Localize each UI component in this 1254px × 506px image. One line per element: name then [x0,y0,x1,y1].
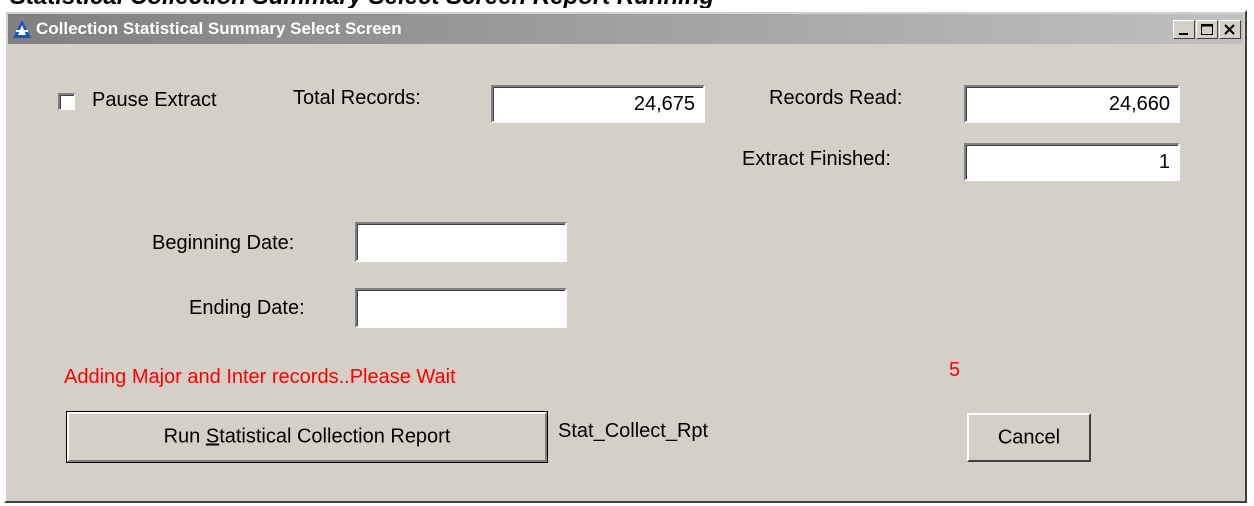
maximize-button[interactable] [1196,20,1218,39]
document-heading: Statistical Collection Summary Select Sc… [10,0,910,8]
extract-finished-field[interactable]: 1 [964,143,1180,181]
app-icon [12,19,32,39]
dialog-window: Collection Statistical Summary Select Sc… [4,10,1247,503]
status-message: Adding Major and Inter records..Please W… [64,366,456,388]
beginning-date-field[interactable] [355,222,567,262]
report-name-label: Stat_Collect_Rpt [558,420,709,442]
title-bar[interactable]: Collection Statistical Summary Select Sc… [8,14,1243,44]
maximize-icon [1201,24,1213,35]
total-records-label: Total Records: [293,87,421,109]
ending-date-label: Ending Date: [189,297,305,319]
records-read-field[interactable]: 24,660 [964,85,1180,123]
run-report-button-label: Run Statistical Collection Report [163,425,451,448]
close-icon [1224,24,1235,35]
records-read-label: Records Read: [769,87,903,109]
status-counter: 5 [949,359,961,381]
close-button[interactable] [1219,20,1241,39]
cancel-button[interactable]: Cancel [967,413,1091,462]
ending-date-field[interactable] [355,288,567,328]
run-report-button[interactable]: Run Statistical Collection Report [66,411,548,463]
window-title: Collection Statistical Summary Select Sc… [36,19,402,38]
extract-finished-label: Extract Finished: [742,148,891,170]
beginning-date-label: Beginning Date: [152,232,295,254]
minimize-button[interactable] [1173,20,1195,39]
pause-extract-label[interactable]: Pause Extract [92,89,217,112]
pause-extract-checkbox[interactable] [58,93,75,110]
total-records-field[interactable]: 24,675 [491,85,705,123]
minimize-icon [1179,33,1188,35]
